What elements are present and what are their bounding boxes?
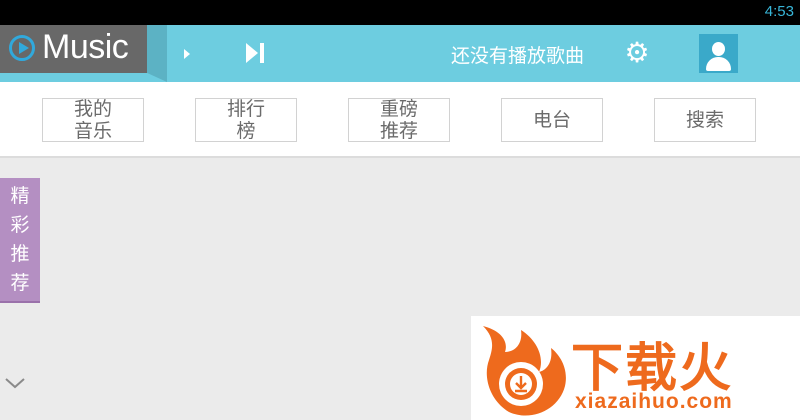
app-logo: Music [0, 25, 147, 73]
tab-charts[interactable]: 排行 榜 [195, 98, 297, 142]
tab-search[interactable]: 搜索 [654, 98, 756, 142]
chevron-down-icon[interactable] [5, 373, 25, 393]
status-time: 4:53 [764, 3, 794, 20]
top-bar: Music 还没有播放歌曲 ⚙ [0, 25, 800, 82]
play-icon[interactable] [176, 44, 198, 64]
logo-play-icon [9, 35, 35, 61]
flame-logo-icon [483, 326, 566, 416]
side-tab-char: 荐 [10, 271, 30, 294]
status-bar: 4:53 [0, 0, 800, 25]
watermark-url: xiazaihuo.com [575, 390, 733, 413]
skip-next-icon[interactable] [241, 41, 271, 65]
tab-featured[interactable]: 重磅 推荐 [348, 98, 450, 142]
side-tab-char: 推 [10, 242, 30, 265]
watermark: 下载火 xiazaihuo.com [471, 316, 800, 420]
logo-fold [147, 25, 167, 82]
user-avatar-icon[interactable] [699, 34, 738, 73]
gear-icon[interactable]: ⚙ [622, 38, 652, 68]
side-tab-recommend[interactable]: 精 彩 推 荐 [0, 178, 40, 303]
tab-my-music[interactable]: 我的 音乐 [42, 98, 144, 142]
side-tab-char: 彩 [10, 213, 30, 236]
tab-radio[interactable]: 电台 [501, 98, 603, 142]
side-tab-char: 精 [10, 184, 30, 207]
tab-bar: 我的 音乐 排行 榜 重磅 推荐 电台 搜索 [0, 82, 800, 158]
now-playing-text[interactable]: 还没有播放歌曲 [451, 41, 584, 68]
app-name: Music [42, 28, 129, 66]
